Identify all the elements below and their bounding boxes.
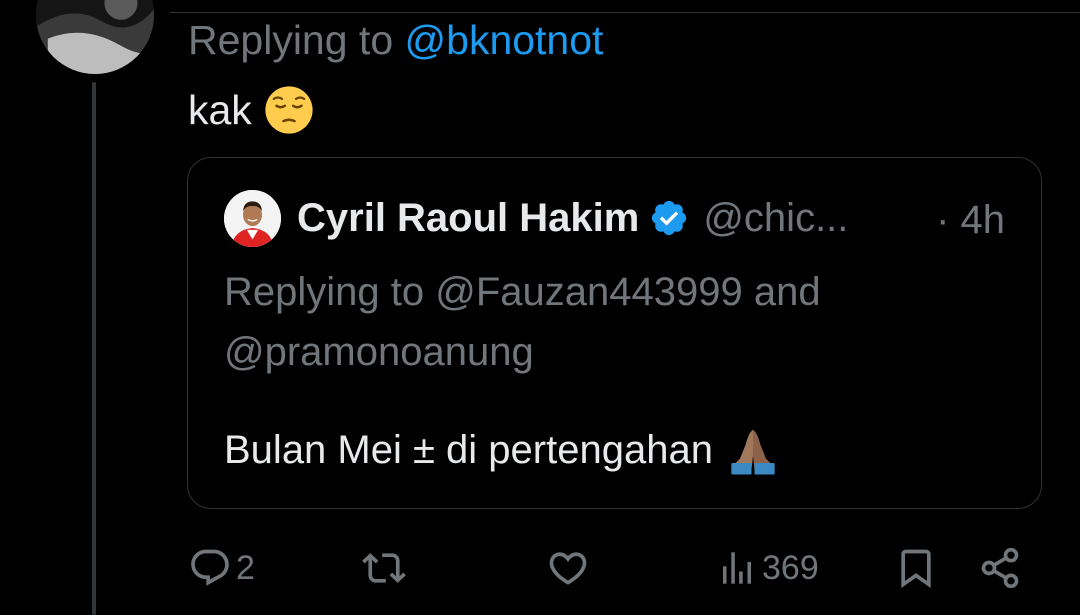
quoted-tweet-header: Cyril Raoul Hakim @chic...: [224, 188, 848, 248]
replying-handle-link[interactable]: @bknotnot: [405, 17, 604, 63]
quoted-replying-to: Replying to @Fauzan443999 and @pramonoan…: [224, 270, 821, 374]
reply-text-content: kak: [188, 87, 252, 133]
top-divider: [170, 12, 1080, 13]
quoted-timestamp[interactable]: · 4h: [936, 198, 1005, 243]
reply-action[interactable]: 2: [188, 540, 255, 596]
quoted-handle[interactable]: @chic...: [703, 196, 848, 241]
views-action[interactable]: 369: [716, 540, 819, 596]
quoted-display-name[interactable]: Cyril Raoul Hakim: [297, 196, 639, 241]
retweet-action[interactable]: [362, 540, 410, 596]
bookmark-icon: [901, 549, 931, 589]
folded-hands-icon: [731, 429, 775, 475]
quoted-text-content: Bulan Mei ± di pertengahan: [224, 428, 713, 472]
views-chart-icon: [723, 552, 751, 584]
replying-prefix: Replying to: [188, 17, 405, 63]
thread-line: [92, 82, 96, 615]
views-count: 369: [762, 548, 819, 587]
tweet-actions-bar: 2 369: [186, 540, 1036, 596]
quoted-tweet-card[interactable]: Cyril Raoul Hakim @chic... · 4h Replying…: [187, 157, 1042, 509]
retweet-icon: [362, 553, 406, 583]
share-icon: [981, 547, 1019, 589]
like-action[interactable]: [546, 540, 594, 596]
pensive-face-icon: [265, 86, 313, 134]
author-avatar[interactable]: [36, 0, 154, 74]
heart-icon: [549, 552, 587, 585]
verified-badge-icon: [652, 200, 687, 236]
replying-to-line: Replying to @bknotnot: [188, 14, 603, 66]
quoted-tweet-text: Bulan Mei ± di pertengahan: [224, 420, 779, 480]
reply-text: kak: [188, 84, 314, 136]
bookmark-action[interactable]: [894, 540, 938, 596]
share-action[interactable]: [978, 540, 1022, 596]
quoted-author-avatar[interactable]: [224, 189, 281, 247]
reply-count: 2: [236, 548, 255, 587]
reply-icon: [191, 549, 229, 586]
